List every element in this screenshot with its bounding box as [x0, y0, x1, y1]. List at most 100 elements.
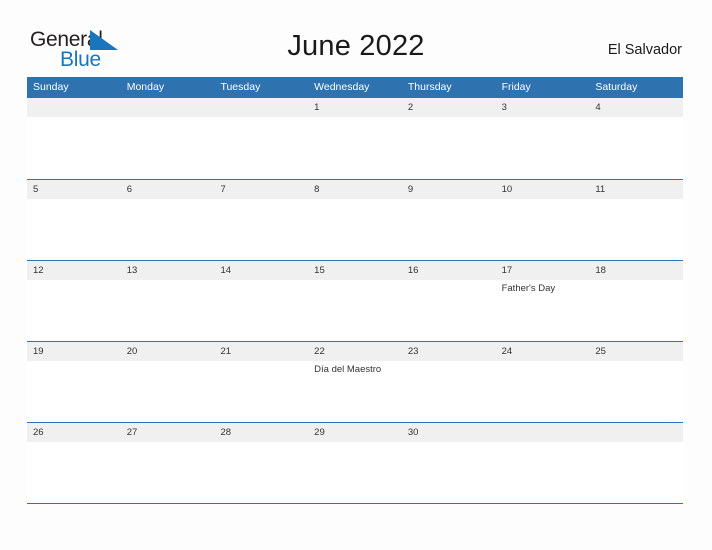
day-cell[interactable] — [121, 361, 215, 421]
day-cell[interactable] — [496, 199, 590, 259]
weekday-sunday: Sunday — [33, 81, 69, 93]
day-number-empty — [121, 98, 215, 117]
day-number[interactable]: 29 — [308, 423, 402, 442]
calendar-week-row: 12 13 14 15 16 17 18 Father's Day — [27, 260, 683, 341]
day-number[interactable]: 15 — [308, 261, 402, 280]
calendar-event: Father's Day — [501, 283, 556, 294]
day-cell[interactable] — [214, 280, 308, 340]
day-number[interactable]: 11 — [589, 180, 683, 199]
week-event-strip: Día del Maestro — [27, 361, 683, 421]
day-number[interactable]: 21 — [214, 342, 308, 361]
day-number[interactable]: 6 — [121, 180, 215, 199]
day-number[interactable]: 30 — [402, 423, 496, 442]
day-number[interactable]: 28 — [214, 423, 308, 442]
location-label: El Salvador — [607, 42, 682, 58]
day-cell[interactable] — [589, 280, 683, 340]
calendar-week-row: 19 20 21 22 23 24 25 Día del Maestro — [27, 341, 683, 422]
day-cell — [27, 117, 121, 177]
day-cell[interactable] — [496, 117, 590, 177]
day-cell[interactable] — [27, 442, 121, 502]
day-cell[interactable] — [589, 117, 683, 177]
week-date-strip: 12 13 14 15 16 17 18 — [27, 261, 683, 280]
day-cell[interactable] — [308, 442, 402, 502]
day-cell[interactable] — [496, 361, 590, 421]
day-cell[interactable] — [402, 199, 496, 259]
day-number[interactable]: 10 — [496, 180, 590, 199]
day-cell[interactable]: Día del Maestro — [308, 361, 402, 421]
day-cell[interactable] — [27, 361, 121, 421]
day-cell[interactable] — [402, 117, 496, 177]
day-number-empty — [214, 98, 308, 117]
day-number[interactable]: 20 — [121, 342, 215, 361]
day-cell[interactable] — [121, 442, 215, 502]
weekday-thursday: Thursday — [407, 81, 452, 93]
calendar-weeks: 1 2 3 4 5 6 7 8 9 10 11 12 13 14 15 16 17 18 Father's Day 1… — [27, 98, 683, 503]
day-number[interactable]: 22 — [308, 342, 402, 361]
day-cell — [589, 442, 683, 502]
day-cell — [496, 442, 590, 502]
day-cell[interactable] — [402, 442, 496, 502]
day-number[interactable]: 7 — [214, 180, 308, 199]
day-number-empty — [589, 423, 683, 442]
day-cell[interactable] — [27, 199, 121, 259]
day-cell[interactable] — [589, 199, 683, 259]
calendar-event: Día del Maestro — [314, 364, 382, 375]
day-number[interactable]: 27 — [121, 423, 215, 442]
calendar-grid: Sunday Monday Tuesday Wednesday Thursday… — [27, 77, 683, 504]
week-event-strip — [27, 442, 683, 502]
day-number[interactable]: 12 — [27, 261, 121, 280]
day-number[interactable]: 14 — [214, 261, 308, 280]
day-number-empty — [496, 423, 590, 442]
weekday-saturday: Saturday — [595, 81, 638, 93]
weekday-friday: Friday — [501, 81, 531, 93]
weekday-header-row: Sunday Monday Tuesday Wednesday Thursday… — [27, 77, 683, 98]
day-cell — [214, 117, 308, 177]
calendar-week-row: 1234 — [27, 98, 683, 179]
calendar-week-row: 5 6 7 8 9 10 11 — [27, 179, 683, 260]
week-event-strip: Father's Day — [27, 280, 683, 340]
day-cell[interactable]: Father's Day — [496, 280, 590, 340]
day-number[interactable]: 2 — [402, 98, 496, 117]
day-cell[interactable] — [308, 199, 402, 259]
calendar-bottom-border — [27, 503, 683, 504]
day-cell[interactable] — [214, 361, 308, 421]
weekday-monday: Monday — [126, 81, 165, 93]
day-number[interactable]: 25 — [589, 342, 683, 361]
day-number-empty — [27, 98, 121, 117]
day-number[interactable]: 16 — [402, 261, 496, 280]
day-cell[interactable] — [308, 280, 402, 340]
day-number[interactable]: 4 — [589, 98, 683, 117]
page-title: June 2022 — [287, 30, 425, 62]
day-number[interactable]: 8 — [308, 180, 402, 199]
day-cell[interactable] — [589, 361, 683, 421]
week-date-strip: 19 20 21 22 23 24 25 — [27, 342, 683, 361]
day-cell[interactable] — [308, 117, 402, 177]
week-event-strip — [27, 199, 683, 259]
day-cell[interactable] — [402, 361, 496, 421]
day-cell[interactable] — [121, 280, 215, 340]
week-date-strip: 5 6 7 8 9 10 11 — [27, 180, 683, 199]
day-number[interactable]: 19 — [27, 342, 121, 361]
day-number[interactable]: 1 — [308, 98, 402, 117]
day-number[interactable]: 23 — [402, 342, 496, 361]
calendar-week-row: 26 27 28 29 30 — [27, 422, 683, 503]
day-number[interactable]: 3 — [496, 98, 590, 117]
day-cell — [121, 117, 215, 177]
page-header: General Blue June 2022 El Salvador — [0, 0, 712, 76]
week-event-strip — [27, 117, 683, 177]
weekday-tuesday: Tuesday — [220, 81, 261, 93]
day-cell[interactable] — [27, 280, 121, 340]
week-date-strip: 1234 — [27, 98, 683, 117]
day-number[interactable]: 9 — [402, 180, 496, 199]
day-number[interactable]: 26 — [27, 423, 121, 442]
day-cell[interactable] — [402, 280, 496, 340]
day-number[interactable]: 17 — [496, 261, 590, 280]
day-cell[interactable] — [214, 199, 308, 259]
day-number[interactable]: 24 — [496, 342, 590, 361]
day-cell[interactable] — [121, 199, 215, 259]
week-date-strip: 26 27 28 29 30 — [27, 423, 683, 442]
day-number[interactable]: 5 — [27, 180, 121, 199]
day-cell[interactable] — [214, 442, 308, 502]
day-number[interactable]: 13 — [121, 261, 215, 280]
day-number[interactable]: 18 — [589, 261, 683, 280]
